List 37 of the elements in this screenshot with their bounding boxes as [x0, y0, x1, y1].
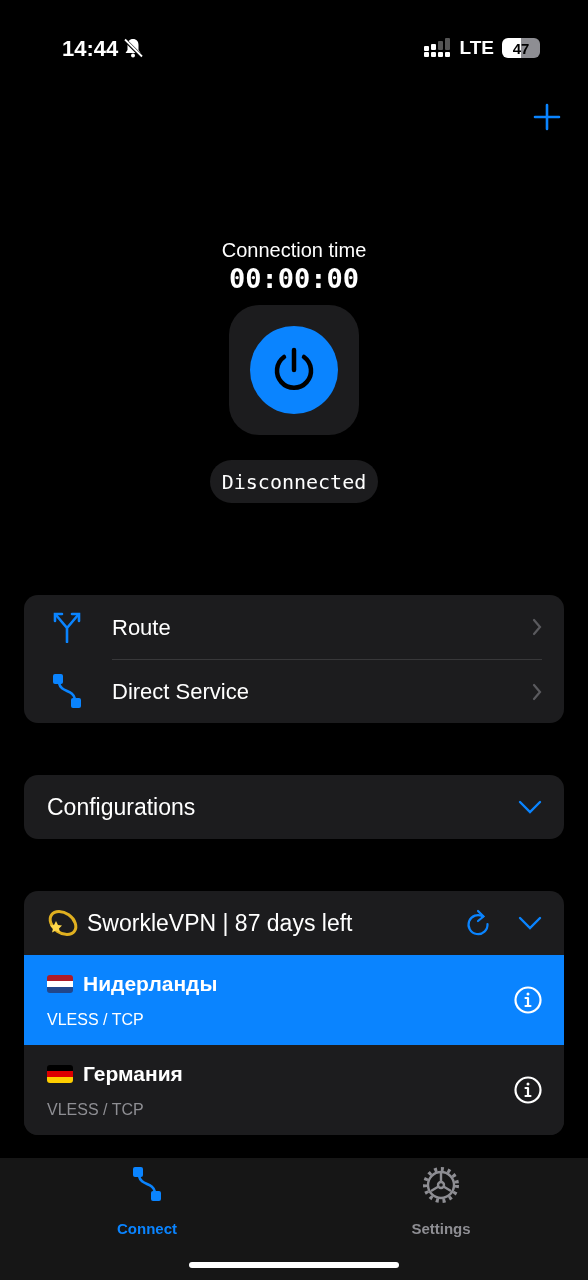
- menu-row[interactable]: Route: [24, 595, 564, 659]
- power-button[interactable]: [229, 305, 359, 435]
- connection-time-label: Connection time: [221, 238, 367, 263]
- connection-timer: 00:00:00: [228, 263, 359, 295]
- network-type: LTE: [459, 35, 494, 60]
- configurations-header[interactable]: Configurations: [24, 775, 564, 839]
- chevron-down-icon[interactable]: [518, 916, 542, 930]
- server-name: Германия: [83, 1060, 183, 1087]
- menu-label: Route: [112, 613, 172, 642]
- chevron-right-icon: [532, 682, 542, 701]
- tab[interactable]: Connect: [0, 1166, 294, 1240]
- menu-row[interactable]: Direct Service: [24, 659, 564, 723]
- split-arrow-icon: [52, 611, 82, 643]
- menu-label: Direct Service: [112, 678, 250, 706]
- clock-time: 14:44: [62, 34, 119, 63]
- refresh-icon[interactable]: [466, 909, 490, 937]
- muted-bell-icon: [122, 37, 145, 59]
- server-row[interactable]: Нидерланды VLESS / TCP: [24, 955, 564, 1045]
- power-icon: [250, 326, 338, 414]
- flag-icon: [47, 974, 73, 993]
- server-name: Нидерланды: [83, 970, 218, 997]
- connection-status: Disconnected: [209, 460, 379, 503]
- connection-nodes-icon: [132, 1166, 162, 1202]
- chevron-down-icon[interactable]: [518, 800, 542, 814]
- battery-indicator: 47: [502, 38, 540, 58]
- signal-icon: [423, 38, 452, 58]
- configurations-title: Configurations: [47, 792, 197, 822]
- tab[interactable]: Settings: [294, 1166, 588, 1240]
- info-icon[interactable]: [514, 1076, 542, 1104]
- server-protocol: VLESS / TCP: [47, 1100, 145, 1121]
- server-protocol: VLESS / TCP: [47, 1010, 145, 1031]
- chevron-right-icon: [532, 618, 542, 636]
- settings-icon: [422, 1166, 460, 1204]
- flag-icon: [47, 1064, 73, 1083]
- subscription-title: SworkleVPN | 87 days left: [87, 908, 354, 938]
- connection-nodes-icon: [52, 673, 82, 709]
- add-icon[interactable]: [533, 103, 561, 131]
